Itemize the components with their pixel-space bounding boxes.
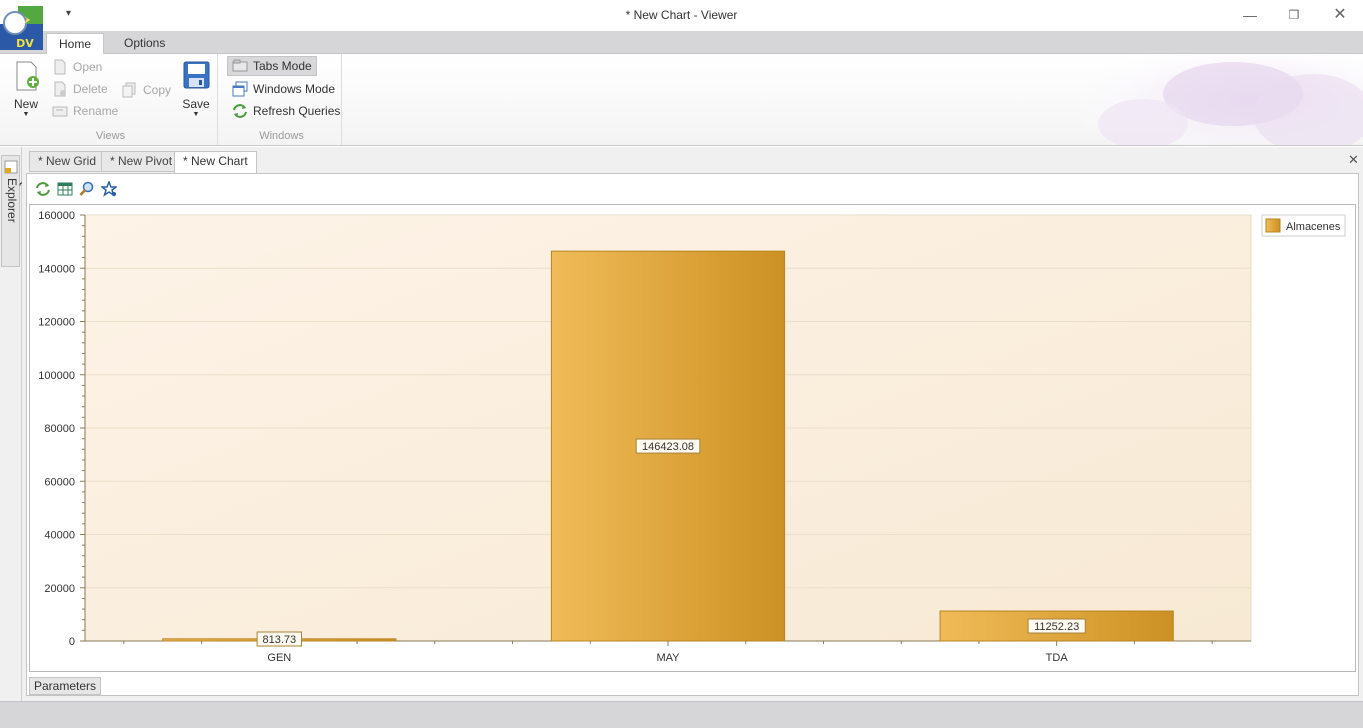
logo-text: DV <box>16 37 34 50</box>
close-button[interactable]: ✕ <box>1322 4 1358 26</box>
delete-label: Delete <box>73 82 108 96</box>
windows-group-label: Windows <box>259 130 304 142</box>
minimize-button[interactable]: — <box>1232 4 1268 26</box>
x-tick-label: TDA <box>1046 652 1069 664</box>
close-document-icon[interactable]: ✕ <box>1348 152 1359 168</box>
data-label: 813.73 <box>263 634 297 646</box>
save-icon <box>183 61 210 89</box>
x-tick-label: MAY <box>656 652 680 664</box>
window-title: * New Chart - Viewer <box>625 8 738 22</box>
chart-document: 0 20000 40000 60000 80000 100000 120000 140000 1… <box>26 173 1359 696</box>
windows-mode-label: Windows Mode <box>253 82 336 96</box>
x-tick-label: GEN <box>267 652 291 664</box>
refresh-queries-label: Refresh Queries <box>253 104 341 118</box>
chart-frame: 0 20000 40000 60000 80000 100000 120000 140000 1… <box>29 204 1356 672</box>
ribbon-decoration <box>1083 54 1363 145</box>
save-button[interactable]: Save ▼ <box>178 60 214 119</box>
chart-wizard-icon[interactable] <box>101 181 117 197</box>
restore-button[interactable]: ❐ <box>1276 4 1312 26</box>
data-label: 11252.23 <box>1034 621 1079 633</box>
y-tick-label: 0 <box>69 636 75 648</box>
y-tick-label: 60000 <box>44 476 75 488</box>
zoom-icon[interactable] <box>79 181 95 197</box>
y-tick-label: 80000 <box>44 423 75 435</box>
tabs-mode-label: Tabs Mode <box>253 59 312 73</box>
copy-label: Copy <box>143 83 172 97</box>
doc-tab-new-grid[interactable]: * New Grid <box>29 151 106 172</box>
tabs-mode-icon <box>232 59 248 72</box>
queries-explorer-icon <box>4 160 18 174</box>
ribbon: New ▼ Open Delete Rename Copy Save ▼ Vie… <box>0 54 1363 146</box>
document-area: * New Grid * New Pivot * New Chart ✕ 0 2… <box>22 147 1363 701</box>
y-tick-label: 160000 <box>38 210 75 222</box>
open-button[interactable]: Open <box>52 57 102 77</box>
copy-icon <box>122 82 136 98</box>
legend-label: Almacenes <box>1286 221 1341 233</box>
save-dropdown-icon: ▼ <box>192 111 200 118</box>
chart-toolbar <box>29 178 1355 200</box>
delete-icon <box>54 81 66 97</box>
tab-options[interactable]: Options <box>112 33 177 55</box>
rename-icon <box>52 106 68 117</box>
refresh-queries-button[interactable]: Refresh Queries <box>232 101 340 121</box>
views-group-label: Views <box>95 130 126 142</box>
y-tick-label: 20000 <box>44 583 75 595</box>
new-document-icon <box>16 61 39 91</box>
data-grid-icon[interactable] <box>57 181 73 197</box>
tab-home[interactable]: Home <box>46 33 105 56</box>
ribbon-tab-strip: Home Options <box>0 31 1363 56</box>
refresh-chart-icon[interactable] <box>35 181 51 197</box>
app-logo-icon[interactable]: DV <box>0 6 43 50</box>
y-tick-label: 40000 <box>44 530 75 542</box>
y-tick-label: 100000 <box>38 370 75 382</box>
y-tick-label: 140000 <box>38 263 75 275</box>
side-panel: Queries Explorer <box>0 147 33 701</box>
new-button-label: New <box>13 97 38 111</box>
bar-chart: 0 20000 40000 60000 80000 100000 120000 140000 1… <box>38 210 1346 664</box>
new-dropdown-icon: ▼ <box>22 111 30 118</box>
open-icon <box>54 59 66 75</box>
new-button[interactable]: New ▼ <box>8 60 44 119</box>
views-group: New ▼ Open Delete Rename Copy Save ▼ Vie… <box>4 54 218 145</box>
windows-group: Tabs Mode Windows Mode Refresh Queries W… <box>222 54 342 145</box>
data-label: 146423.08 <box>642 441 694 453</box>
open-label: Open <box>73 60 103 74</box>
doc-tab-new-pivot[interactable]: * New Pivot <box>101 151 182 172</box>
save-button-label: Save <box>182 97 210 111</box>
windows-mode-button[interactable]: Windows Mode <box>232 79 335 99</box>
rename-label: Rename <box>73 104 119 118</box>
queries-explorer-tab[interactable]: Queries Explorer <box>1 155 33 267</box>
refresh-icon <box>233 104 247 118</box>
delete-button[interactable]: Delete <box>52 79 108 99</box>
parameters-tab[interactable]: Parameters <box>29 677 102 695</box>
title-bar: DV ▾ * New Chart - Viewer — ❐ ✕ <box>0 0 1363 50</box>
copy-button[interactable]: Copy <box>122 80 171 100</box>
tabs-mode-button[interactable]: Tabs Mode <box>227 56 317 76</box>
rename-button[interactable]: Rename <box>52 101 118 121</box>
y-tick-label: 120000 <box>38 317 75 329</box>
windows-mode-icon <box>232 81 248 97</box>
legend-swatch <box>1265 218 1281 233</box>
doc-tab-new-chart[interactable]: * New Chart <box>174 151 257 174</box>
status-bar <box>0 701 1363 728</box>
